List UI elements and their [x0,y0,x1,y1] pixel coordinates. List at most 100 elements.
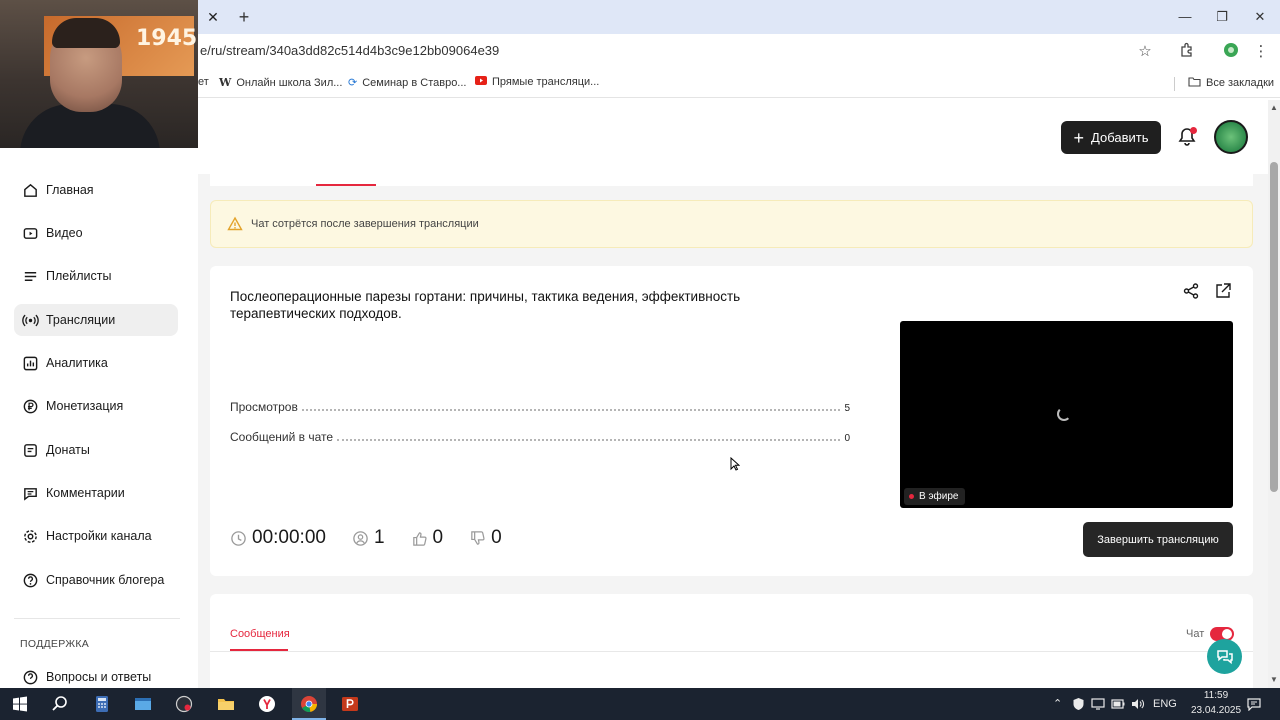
playlist-icon [14,268,46,285]
chrome-icon[interactable] [293,692,325,716]
stat-views: Просмотров 5 [230,398,850,414]
support-chat-button[interactable] [1207,639,1242,674]
metric-dislikes: 0 [469,527,502,549]
search-icon[interactable] [44,692,76,716]
scroll-thumb[interactable] [1270,162,1278,492]
scroll-up-icon[interactable]: ▲ [1268,102,1280,114]
sidebar-item-monetization[interactable]: Монетизация [14,390,178,422]
metric-likes: 0 [411,527,443,549]
stat-value: 0 [844,433,850,444]
mouse-cursor-icon [730,457,740,471]
warning-text: Чат сотрётся после завершения трансляции [251,218,479,230]
notifications-bell-icon[interactable] [1176,126,1200,150]
stat-chat-messages: Сообщений в чате 0 [230,428,850,444]
tray-battery-icon[interactable] [1108,692,1128,716]
bookmark-item[interactable]: Прямые трансляци... [475,76,599,88]
profile-extension-icon[interactable] [1221,42,1241,62]
tray-language[interactable]: ENG [1153,698,1177,710]
stat-value: 5 [844,403,850,414]
powerpoint-icon[interactable] [334,692,366,716]
more-menu-icon[interactable]: ⋮ [1251,42,1271,62]
tray-security-icon[interactable] [1068,692,1088,716]
tray-chevron-icon[interactable]: ⌃ [1053,697,1062,710]
sidebar-item-donations[interactable]: Донаты [14,434,178,466]
clock-icon [231,530,246,546]
bookmark-item[interactable]: W Онлайн школа Зил... [219,76,342,89]
w-icon: W [219,76,232,89]
home-icon [14,182,46,199]
live-dot-icon [909,494,914,499]
end-stream-button[interactable]: Завершить трансляцию [1083,522,1233,557]
webcam-banner-text: 1945 [136,26,198,51]
url-field[interactable]: e/ru/stream/340a3dd82c514d4b3c9e12bb0906… [200,43,499,58]
page-scrollbar[interactable]: ▲ ▼ [1268,100,1280,688]
stream-card: Послеоперационные парезы гортани: причин… [210,266,1253,576]
tray-time[interactable]: 11:59 [1198,690,1234,701]
sidebar-item-channel-settings[interactable]: Настройки канала [14,520,178,552]
close-window-icon[interactable]: ✕ [1249,7,1271,27]
tab-messages[interactable]: Сообщения [230,628,290,640]
file-explorer-icon[interactable] [210,692,242,716]
tray-volume-icon[interactable] [1128,692,1148,716]
all-bookmarks[interactable]: Все закладки [1188,76,1274,90]
main-content: Чат сотрётся после завершения трансляции… [198,174,1268,688]
app-window-icon[interactable] [127,692,159,716]
site-header: + Добавить [198,100,1268,174]
calculator-icon[interactable] [86,692,118,716]
tab-close-icon[interactable]: ✕ [204,8,222,26]
tray-network-icon[interactable] [1088,692,1108,716]
avatar[interactable] [1214,120,1248,154]
extensions-icon[interactable] [1177,42,1197,62]
chat-toggle-label: Чат [1186,628,1205,640]
sidebar-item-analytics[interactable]: Аналитика [14,347,178,379]
sidebar-item-home[interactable]: Главная [14,174,178,206]
metric-duration: 00:00:00 [230,527,326,549]
notification-center-icon[interactable] [1244,692,1264,716]
restore-icon[interactable]: ❐ [1211,7,1233,27]
yandex-browser-icon[interactable] [251,692,283,716]
viewer-icon [353,530,368,546]
add-button[interactable]: + Добавить [1061,121,1161,154]
recorder-app-icon[interactable] [168,692,200,716]
windows-start-icon[interactable] [4,692,36,716]
tray-date[interactable]: 23.04.2025 [1188,705,1244,716]
share-icon[interactable] [1182,282,1200,300]
webcam-person-hair [52,18,120,48]
open-external-icon[interactable] [1214,282,1232,300]
live-badge: В эфире [904,488,965,505]
webcam-overlay: 1945 [0,0,198,148]
stream-preview-player[interactable]: В эфире [900,321,1233,508]
sidebar-item-playlists[interactable]: Плейлисты [14,260,178,292]
gear-icon [14,528,46,545]
new-tab-icon[interactable]: + [234,7,254,27]
notification-dot [1190,127,1197,134]
plus-icon: + [1073,127,1085,148]
analytics-icon [14,355,46,372]
tabs-strip [210,174,1253,186]
star-icon[interactable]: ☆ [1135,42,1155,62]
loading-spinner-icon [1057,407,1071,421]
comment-icon [14,485,46,502]
bookmark-divider [1174,77,1175,91]
stat-leader [301,409,841,411]
sidebar-item-broadcasts[interactable]: Трансляции [14,304,178,336]
bookmark-item[interactable]: ⟳ Семинар в Ставро... [348,76,466,90]
warning-icon [227,216,243,231]
metric-viewers: 1 [352,527,385,549]
sidebar-divider [14,618,180,619]
sidebar-item-blogger-guide[interactable]: Справочник блогера [14,564,178,596]
help-icon [14,572,46,589]
video-icon [14,225,46,242]
minimize-icon[interactable]: — [1174,7,1196,27]
broadcast-icon [14,312,46,329]
bookmark-item[interactable]: ет [198,76,209,88]
sidebar-item-comments[interactable]: Комментарии [14,477,178,509]
youtube-icon [475,76,487,88]
stat-label: Сообщений в чате [230,430,334,444]
stream-title: Послеоперационные парезы гортани: причин… [230,289,741,321]
link-icon: ⟳ [348,77,358,89]
sidebar-section-support: ПОДДЕРЖКА [20,638,90,650]
scroll-down-icon[interactable]: ▼ [1268,674,1280,686]
thumbs-down-icon [471,530,485,545]
sidebar-item-video[interactable]: Видео [14,217,178,249]
